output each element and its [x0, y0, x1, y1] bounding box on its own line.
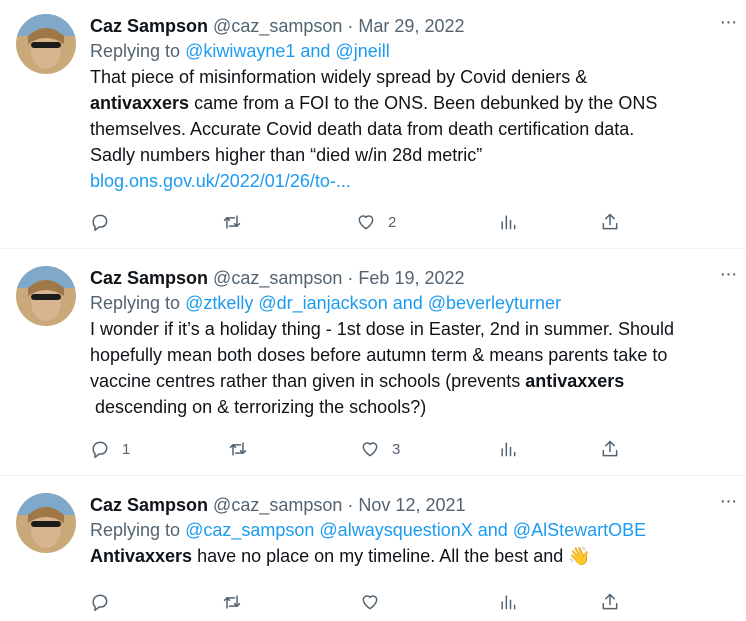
views-button[interactable] [498, 210, 518, 234]
heart-icon [362, 595, 378, 610]
reply-button[interactable] [90, 590, 122, 614]
share-button[interactable] [600, 437, 620, 461]
tweet-header: Caz Sampson @caz_sampson · Nov 12, 2021 [90, 493, 730, 517]
author-name[interactable]: Caz Sampson [90, 16, 208, 36]
tweet-1[interactable]: Caz Sampson @caz_sampson · Mar 29, 2022 … [0, 0, 746, 249]
retweet-button[interactable] [228, 437, 260, 461]
bold-keyword: Antivaxxers [90, 546, 193, 566]
like-button[interactable] [360, 590, 392, 614]
replying-label: Replying to [90, 41, 181, 61]
tweet-header: Caz Sampson @caz_sampson · Feb 19, 2022 [90, 266, 730, 290]
share-icon [602, 440, 618, 457]
bold-keyword: antivaxxers [90, 93, 190, 113]
retweet-button[interactable] [222, 590, 254, 614]
tweet-actions [90, 590, 630, 614]
views-button[interactable] [498, 437, 518, 461]
reply-count: 1 [122, 440, 131, 458]
views-button[interactable] [498, 590, 518, 614]
like-count: 2 [388, 213, 397, 231]
analytics-icon [501, 442, 516, 457]
share-icon [602, 593, 618, 610]
text-line: descending on & terrorizing the schools?… [95, 397, 427, 417]
heart-icon [362, 442, 378, 457]
author-handle[interactable]: @caz_sampson [213, 495, 342, 515]
replying-label: Replying to [90, 520, 181, 540]
replying-to-users[interactable]: @kiwiwayne1 and @jneill [185, 41, 390, 61]
replying-to-users[interactable]: @caz_sampson @alwaysquestionX and @AlSte… [185, 520, 646, 540]
text-line: themselves. Accurate Covid death data fr… [90, 119, 635, 139]
reply-icon [92, 594, 108, 612]
separator-dot: · [347, 268, 354, 288]
bold-keyword: antivaxxers [525, 371, 625, 391]
like-count: 3 [392, 440, 401, 458]
tweet-date[interactable]: Nov 12, 2021 [358, 495, 465, 515]
retweet-icon [223, 595, 241, 609]
text-line: Sadly numbers higher than “died w/in 28d… [90, 145, 483, 165]
share-button[interactable] [600, 590, 620, 614]
replying-to: Replying to @caz_sampson @alwaysquestion… [90, 517, 730, 543]
tweet-text: I wonder if it’s a holiday thing - 1st d… [90, 316, 730, 420]
more-options-icon[interactable]: ··· [716, 264, 740, 290]
reply-icon [92, 441, 108, 459]
retweet-icon [223, 215, 241, 229]
tweet-header: Caz Sampson @caz_sampson · Mar 29, 2022 [90, 14, 730, 38]
text-line: Antivaxxers have no place on my timeline… [90, 546, 591, 566]
analytics-icon [501, 215, 516, 230]
more-options-icon[interactable]: ··· [716, 12, 740, 38]
author-name[interactable]: Caz Sampson [90, 268, 208, 288]
replying-to-users[interactable]: @ztkelly @dr_ianjackson and @beverleytur… [185, 293, 561, 313]
tweet-date[interactable]: Feb 19, 2022 [358, 268, 464, 288]
tweet-text: That piece of misinformation widely spre… [90, 64, 730, 194]
tweet-2[interactable]: Caz Sampson @caz_sampson · Feb 19, 2022 … [0, 249, 746, 476]
more-options-icon[interactable]: ··· [716, 491, 740, 517]
author-handle[interactable]: @caz_sampson [213, 16, 342, 36]
author-handle[interactable]: @caz_sampson [213, 268, 342, 288]
text-line: That piece of misinformation widely spre… [90, 67, 588, 87]
tweet-3[interactable]: Caz Sampson @caz_sampson · Nov 12, 2021 … [0, 476, 746, 621]
waving-hand-emoji: 👋 [568, 546, 591, 566]
separator-dot: · [347, 495, 354, 515]
reply-button[interactable] [90, 210, 122, 234]
author-name[interactable]: Caz Sampson [90, 495, 208, 515]
separator-dot: · [347, 16, 354, 36]
tweet-link[interactable]: blog.ons.gov.uk/2022/01/26/to-... [90, 168, 730, 194]
retweet-button[interactable] [222, 210, 254, 234]
like-button[interactable]: 2 [356, 210, 396, 234]
replying-to: Replying to @ztkelly @dr_ianjackson and … [90, 290, 730, 316]
tweet-text: Antivaxxers have no place on my timeline… [90, 543, 730, 569]
tweet-date[interactable]: Mar 29, 2022 [358, 16, 464, 36]
analytics-icon [501, 595, 516, 610]
text-line: vaccine centres rather than given in sch… [90, 371, 625, 391]
heart-icon [358, 215, 374, 230]
like-button[interactable]: 3 [360, 437, 400, 461]
replying-label: Replying to [90, 293, 181, 313]
avatar[interactable] [16, 14, 76, 74]
reply-button[interactable]: 1 [90, 437, 130, 461]
avatar[interactable] [16, 493, 76, 553]
share-icon [602, 213, 618, 230]
reply-icon [92, 214, 108, 232]
tweet-actions: 1 3 [90, 437, 630, 461]
text-line: I wonder if it’s a holiday thing - 1st d… [90, 319, 674, 339]
tweet-actions: 2 [90, 210, 630, 234]
retweet-icon [229, 442, 247, 456]
text-line: hopefully mean both doses before autumn … [90, 345, 668, 365]
share-button[interactable] [600, 210, 620, 234]
avatar[interactable] [16, 266, 76, 326]
replying-to: Replying to @kiwiwayne1 and @jneill [90, 38, 730, 64]
text-line: antivaxxers came from a FOI to the ONS. … [90, 93, 658, 113]
